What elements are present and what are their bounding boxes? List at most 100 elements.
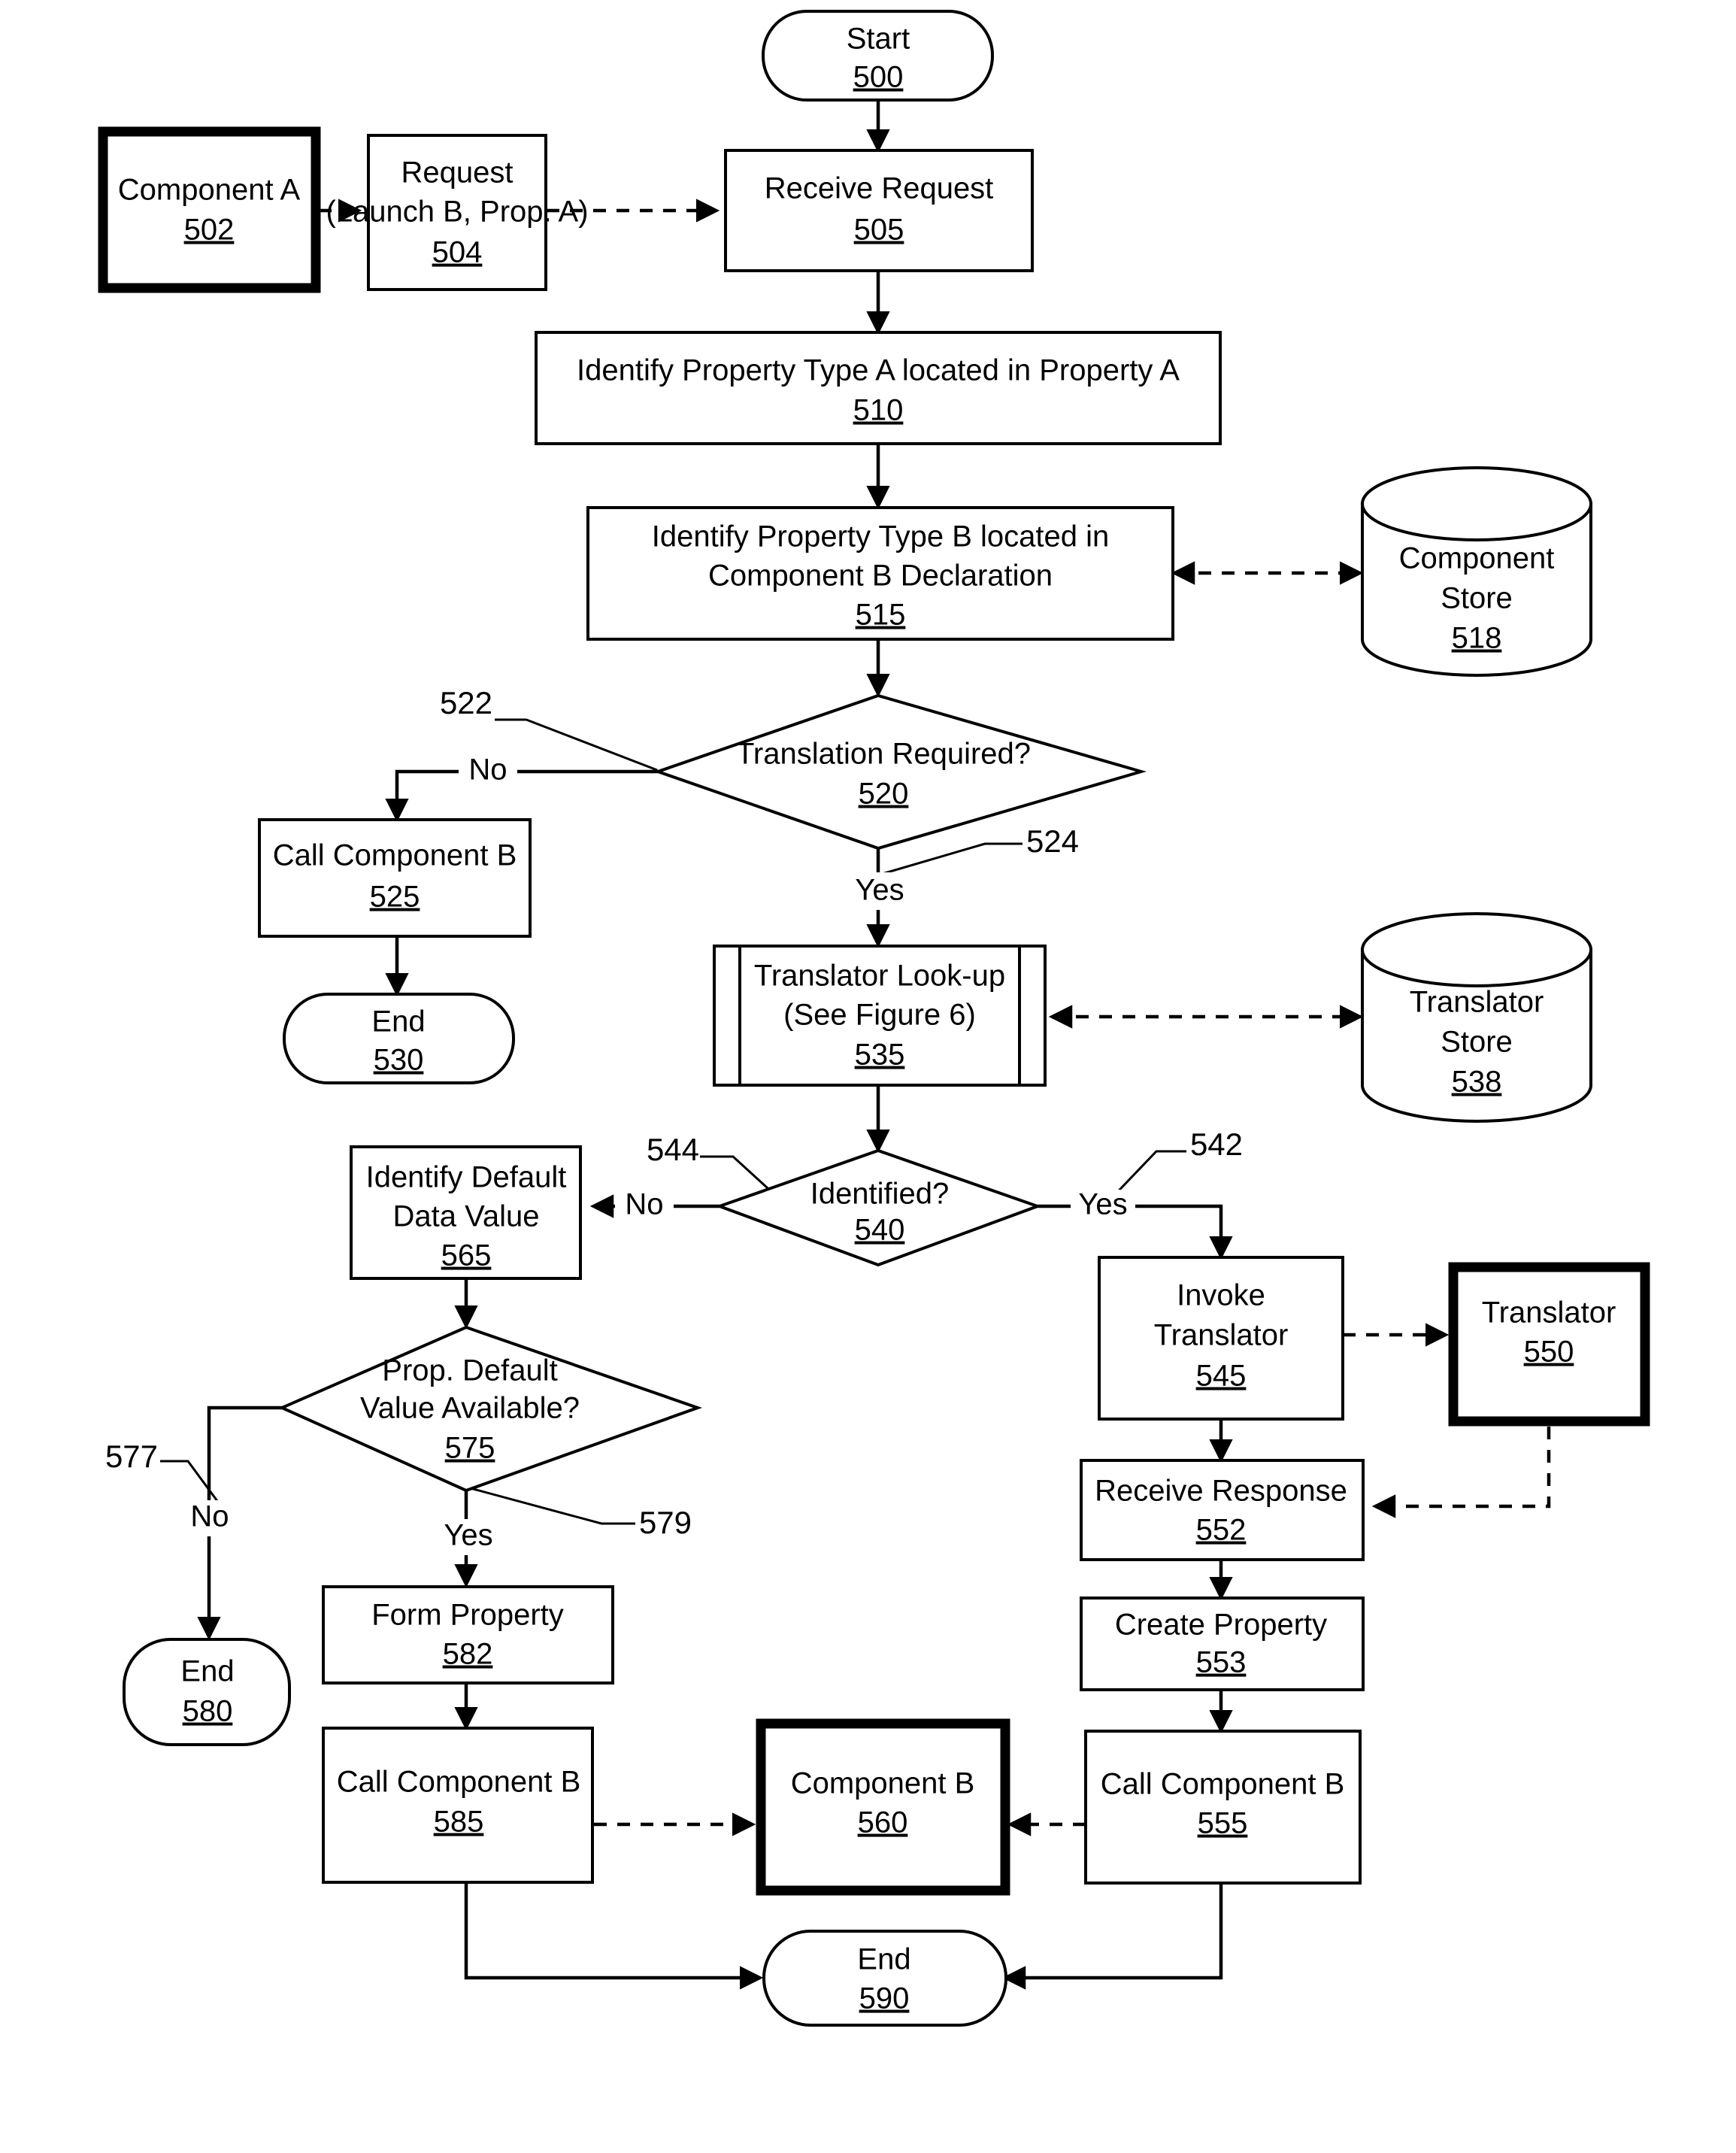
node-call-component-b-555-label: Call Component B bbox=[1101, 1768, 1345, 1801]
branch-label-540-no: No bbox=[625, 1188, 663, 1221]
node-end-530-ref: 530 bbox=[374, 1044, 424, 1077]
node-form-property-582: Form Property 582 bbox=[322, 1585, 614, 1684]
node-call-component-b-555: Call Component B 555 bbox=[1084, 1730, 1362, 1885]
node-receive-response-552: Receive Response 552 bbox=[1080, 1459, 1365, 1561]
node-decision-575-ref: 575 bbox=[445, 1432, 495, 1465]
branch-label-575-no: No bbox=[190, 1500, 229, 1533]
node-receive-response-552-label: Receive Response bbox=[1095, 1475, 1347, 1508]
node-translator-550-ref: 550 bbox=[1524, 1336, 1574, 1369]
node-form-property-582-label: Form Property bbox=[371, 1599, 564, 1632]
node-component-store-518-label-line2: Store bbox=[1441, 582, 1513, 615]
node-translator-550: Translator 550 bbox=[1448, 1262, 1650, 1427]
node-end-590-label: End bbox=[857, 1943, 910, 1976]
node-decision-prop-default-575: Prop. Default Value Available? 575 bbox=[278, 1325, 703, 1493]
node-component-a-502-ref: 502 bbox=[184, 214, 235, 247]
node-identify-property-a-510: Identify Property Type A located in Prop… bbox=[535, 331, 1222, 445]
node-component-store-518-ref: 518 bbox=[1452, 622, 1502, 655]
node-identify-property-b-515-label-line1: Identify Property Type B located in bbox=[652, 520, 1110, 553]
node-call-component-b-585: Call Component B 585 bbox=[322, 1727, 594, 1884]
node-identify-property-a-510-ref: 510 bbox=[853, 394, 904, 427]
node-end-580-label: End bbox=[180, 1655, 234, 1688]
callout-579: 579 bbox=[639, 1505, 692, 1540]
callout-542: 542 bbox=[1190, 1127, 1243, 1162]
node-translator-lookup-535-label-line2: (See Figure 6) bbox=[783, 999, 976, 1032]
node-end-590: End 590 bbox=[762, 1930, 1007, 2027]
node-component-store-518: Component Store 518 bbox=[1361, 466, 1592, 677]
leader-524 bbox=[879, 842, 1023, 876]
node-invoke-translator-545: Invoke Translator 545 bbox=[1098, 1256, 1344, 1421]
callout-544: 544 bbox=[647, 1132, 699, 1167]
branch-label-575-yes: Yes bbox=[444, 1519, 492, 1552]
flowchart-canvas: Start 500 Component A 502 Request (Launc… bbox=[98, 10, 1650, 2027]
node-create-property-553-label: Create Property bbox=[1115, 1609, 1327, 1642]
node-translator-store-538: Translator Store 538 bbox=[1361, 912, 1592, 1123]
node-identify-default-565: Identify Default Data Value 565 bbox=[350, 1145, 582, 1280]
node-create-property-553-ref: 553 bbox=[1196, 1646, 1247, 1679]
node-receive-request-505: Receive Request 505 bbox=[724, 149, 1034, 272]
node-decision-520-label: Translation Required? bbox=[736, 738, 1031, 771]
node-create-property-553: Create Property 553 bbox=[1080, 1597, 1365, 1691]
node-component-b-560-label: Component B bbox=[791, 1767, 975, 1800]
node-identify-default-565-ref: 565 bbox=[441, 1239, 492, 1272]
node-decision-identified-540: Identified? 540 bbox=[715, 1148, 1042, 1267]
node-identify-default-565-label-line1: Identify Default bbox=[366, 1161, 567, 1194]
node-component-a-502-label: Component A bbox=[118, 174, 301, 207]
node-receive-request-505-ref: 505 bbox=[854, 214, 904, 247]
node-component-b-560: Component B 560 bbox=[756, 1718, 1010, 1896]
node-component-a-502: Component A 502 bbox=[98, 126, 321, 293]
node-request-504-ref: 504 bbox=[432, 236, 483, 269]
node-translator-store-538-label-line2: Store bbox=[1441, 1026, 1513, 1059]
flowchart-figure: Start 500 Component A 502 Request (Launc… bbox=[0, 0, 1736, 2153]
node-request-504-label-line1: Request bbox=[401, 156, 514, 190]
connector-call-component-b-585-to-end-590 bbox=[464, 1883, 764, 1990]
node-identify-property-b-515-ref: 515 bbox=[856, 599, 906, 632]
node-request-504-label-line2: (Launch B, Prop. A) bbox=[326, 196, 588, 229]
node-receive-request-505-label: Receive Request bbox=[765, 172, 994, 205]
node-invoke-translator-545-label-line1: Invoke bbox=[1177, 1279, 1265, 1312]
node-end-530: End 530 bbox=[283, 993, 515, 1084]
node-form-property-582-ref: 582 bbox=[443, 1638, 493, 1671]
callout-522: 522 bbox=[440, 685, 492, 720]
branch-label-520-yes: Yes bbox=[855, 874, 904, 907]
node-start-500-label: Start bbox=[847, 23, 910, 56]
node-request-504: Request (Launch B, Prop. A) 504 bbox=[326, 134, 589, 291]
node-end-590-ref: 590 bbox=[859, 1982, 910, 2015]
node-decision-575-label-line2: Value Available? bbox=[360, 1392, 580, 1425]
node-call-component-b-585-ref: 585 bbox=[434, 1806, 484, 1839]
node-translator-lookup-535-ref: 535 bbox=[855, 1039, 905, 1072]
leader-522 bbox=[495, 718, 658, 772]
connector-decision-520-no-to-call-component-b-525 bbox=[385, 769, 658, 823]
node-call-component-b-555-ref: 555 bbox=[1198, 1807, 1248, 1840]
node-identify-property-b-515-label-line2: Component B Declaration bbox=[708, 559, 1053, 593]
callout-524: 524 bbox=[1026, 823, 1079, 859]
node-receive-response-552-ref: 552 bbox=[1196, 1514, 1247, 1547]
node-identify-property-b-515: Identify Property Type B located in Comp… bbox=[586, 506, 1174, 641]
node-call-component-b-525-label: Call Component B bbox=[273, 839, 517, 872]
node-call-component-b-525: Call Component B 525 bbox=[258, 818, 532, 938]
node-translator-store-538-label-line1: Translator bbox=[1410, 986, 1544, 1019]
node-invoke-translator-545-label-line2: Translator bbox=[1154, 1319, 1289, 1352]
node-translator-550-label: Translator bbox=[1482, 1296, 1616, 1330]
node-decision-540-label: Identified? bbox=[810, 1178, 950, 1211]
node-start-500: Start 500 bbox=[762, 10, 994, 102]
node-identify-property-a-510-label: Identify Property Type A located in Prop… bbox=[577, 354, 1180, 387]
branch-label-540-yes: Yes bbox=[1078, 1188, 1127, 1221]
node-decision-540-ref: 540 bbox=[855, 1214, 905, 1247]
node-decision-575-label-line1: Prop. Default bbox=[382, 1354, 557, 1387]
node-component-store-518-label-line1: Component bbox=[1399, 542, 1555, 575]
node-component-b-560-ref: 560 bbox=[858, 1806, 908, 1839]
node-translator-store-538-ref: 538 bbox=[1452, 1066, 1502, 1099]
node-decision-520-ref: 520 bbox=[859, 778, 909, 811]
node-invoke-translator-545-ref: 545 bbox=[1196, 1360, 1247, 1393]
node-translator-lookup-535: Translator Look-up (See Figure 6) 535 bbox=[713, 945, 1047, 1087]
callout-577: 577 bbox=[105, 1439, 158, 1474]
node-identify-default-565-label-line2: Data Value bbox=[393, 1200, 540, 1233]
node-end-580-ref: 580 bbox=[183, 1695, 233, 1728]
node-end-530-label: End bbox=[371, 1005, 425, 1039]
connector-translator-550-to-receive-response bbox=[1371, 1427, 1551, 1518]
connector-call-component-b-555-to-end-590 bbox=[1001, 1883, 1223, 1990]
node-call-component-b-525-ref: 525 bbox=[370, 881, 420, 914]
node-start-500-ref: 500 bbox=[853, 61, 904, 94]
node-call-component-b-585-label: Call Component B bbox=[337, 1766, 581, 1799]
branch-label-520-no: No bbox=[468, 754, 507, 787]
